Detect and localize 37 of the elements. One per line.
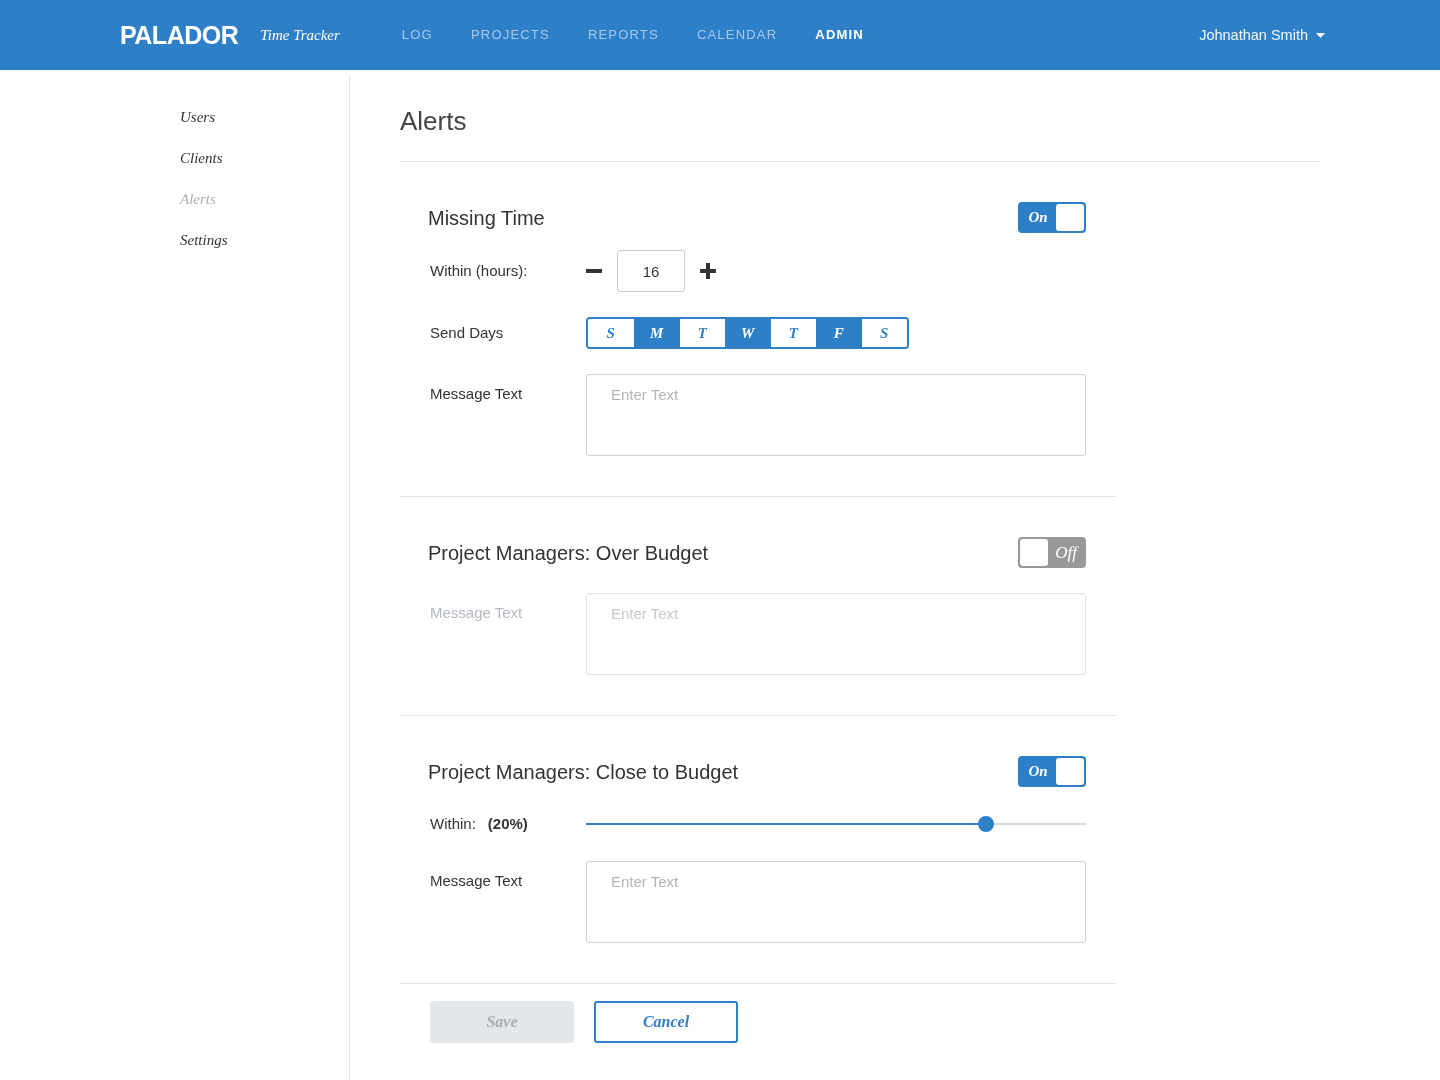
- nav-tab[interactable]: CALENDAR: [696, 26, 778, 44]
- nav-tab[interactable]: LOG: [401, 26, 433, 44]
- slider-value: (20%): [487, 814, 528, 834]
- field-label: Message Text: [430, 384, 523, 404]
- sidebar-item[interactable]: Clients: [180, 148, 223, 168]
- nav-tab[interactable]: ADMIN: [815, 26, 864, 44]
- app-name: Time Tracker: [260, 26, 340, 44]
- alert-title: Project Managers: Over Budget: [428, 540, 709, 566]
- field-label: Message Text: [430, 871, 523, 891]
- day-button[interactable]: F: [815, 319, 861, 347]
- alert-title: Missing Time: [428, 205, 545, 231]
- toggle-switch[interactable]: On: [1018, 756, 1086, 787]
- sidebar-item[interactable]: Settings: [180, 230, 228, 250]
- slider-thumb[interactable]: [978, 816, 994, 832]
- alert-title: Project Managers: Close to Budget: [428, 759, 739, 785]
- day-button[interactable]: W: [724, 319, 770, 347]
- hours-input[interactable]: 16: [617, 250, 685, 292]
- sidebar-item[interactable]: Users: [180, 107, 215, 127]
- page-title: Alerts: [400, 106, 467, 137]
- logo: PALADOR: [120, 20, 239, 50]
- field-label: Within:: [430, 814, 476, 834]
- nav-tab[interactable]: REPORTS: [587, 26, 659, 44]
- day-button[interactable]: S: [861, 319, 907, 347]
- day-button[interactable]: M: [633, 319, 679, 347]
- field-label: Message Text: [430, 603, 523, 623]
- field-label: Send Days: [430, 323, 504, 343]
- toggle-switch[interactable]: Off: [1018, 537, 1086, 568]
- toggle-switch[interactable]: On: [1018, 202, 1086, 233]
- cancel-button[interactable]: Cancel: [594, 1001, 738, 1043]
- field-label: Within (hours):: [430, 261, 528, 281]
- message-field[interactable]: Enter Text: [586, 374, 1086, 456]
- nav-tab[interactable]: PROJECTS: [470, 26, 550, 44]
- sidebar-item[interactable]: Alerts: [180, 189, 216, 209]
- plus-icon[interactable]: [700, 263, 716, 279]
- user-menu[interactable]: Johnathan Smith: [1199, 27, 1325, 43]
- caret-icon: [1316, 32, 1325, 38]
- message-field[interactable]: Enter Text: [586, 861, 1086, 943]
